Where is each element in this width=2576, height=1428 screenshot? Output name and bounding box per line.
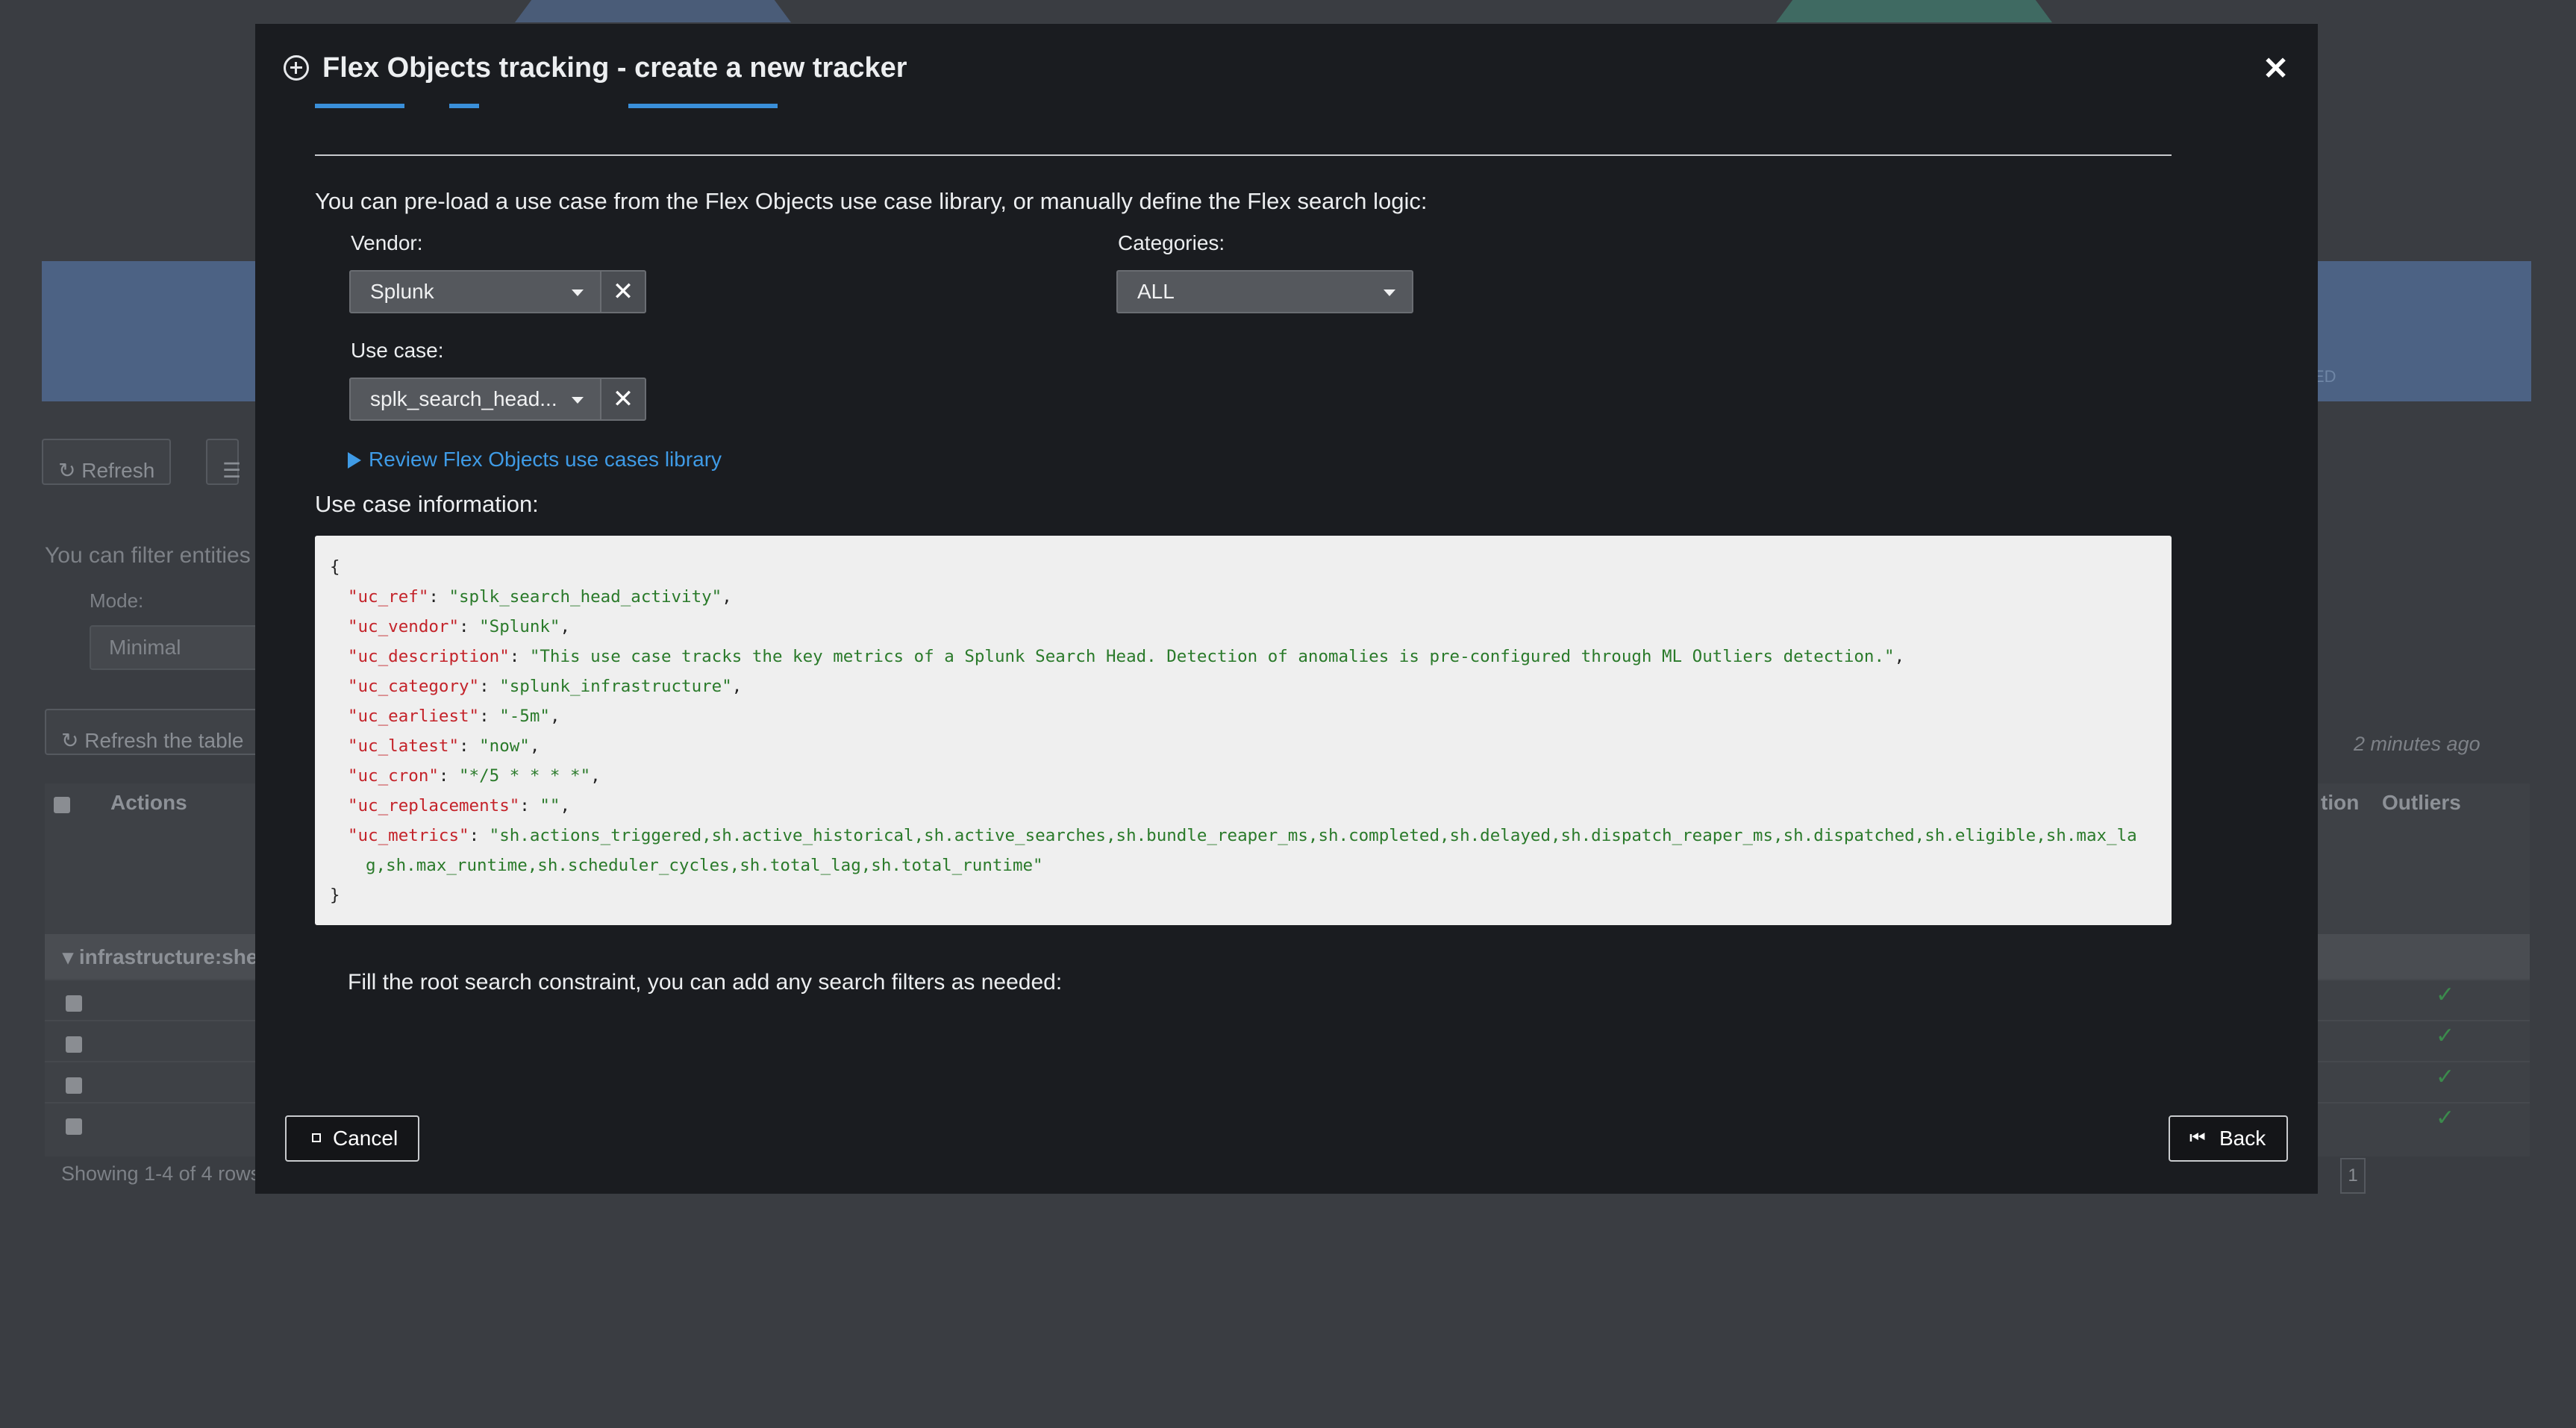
categories-label: Categories: [1118,231,1225,254]
rewind-icon: ⏮ [2189,1128,2206,1148]
caret-right-icon [348,452,361,469]
plus-circle-icon [284,55,309,81]
chevron-down-icon [1384,289,1395,296]
check-icon: ✓ [2436,1024,2455,1048]
refresh-button[interactable]: ↻ Refresh [42,439,172,485]
json-value: "now" [479,736,530,756]
square-icon [312,1133,321,1142]
close-icon: ✕ [612,385,634,413]
showing-rows: Showing 1-4 of 4 rows [61,1162,261,1185]
close-icon: ✕ [612,278,634,306]
chevron-down-icon [572,397,584,404]
review-library-label: Review Flex Objects use cases library [369,448,722,471]
json-key: "uc_latest" [348,736,460,756]
json-close-brace: } [330,886,340,905]
group-row-label: ▾ infrastructure:she [63,945,258,968]
json-line: "uc_ref": "splk_search_head_activity", [348,587,732,607]
json-open-brace: { [330,557,340,577]
settings-button[interactable]: ☰ [206,439,241,485]
row-checkbox[interactable] [66,1036,82,1053]
json-line: "uc_latest": "now", [348,736,540,756]
json-value: "-5m" [499,707,550,726]
json-key: "uc_earliest" [348,707,480,726]
json-line: "uc_metrics": "sh.actions_triggered,sh.a… [348,826,2137,875]
cancel-label: Cancel [333,1127,398,1150]
close-icon[interactable]: ✕ [2263,53,2289,84]
json-value: "This use case tracks the key metrics of… [529,647,1895,666]
use-case-clear-button[interactable]: ✕ [600,378,646,421]
intro-text: You can pre-load a use case from the Fle… [315,188,1428,214]
json-line: "uc_category": "splunk_infrastructure", [348,677,743,696]
select-all-checkbox[interactable] [54,797,70,813]
modal-title: Flex Objects tracking - create a new tra… [322,52,907,84]
row-checkbox[interactable] [66,1077,82,1094]
json-key: "uc_ref" [348,587,429,607]
back-button[interactable]: ⏮ Back [2169,1115,2288,1162]
categories-select[interactable]: ALL [1116,270,1413,313]
background-tab [1776,0,2052,22]
clipped-link-text [315,98,837,109]
json-line: "uc_earliest": "-5m", [348,707,560,726]
vendor-select[interactable]: Splunk [349,270,601,313]
background-tab [515,0,791,22]
vendor-label: Vendor: [351,231,423,254]
row-checkbox[interactable] [66,995,82,1012]
cancel-button[interactable]: Cancel [285,1115,419,1162]
json-value: "splunk_infrastructure" [499,677,732,696]
json-line: "uc_vendor": "Splunk", [348,617,571,636]
json-line: "uc_description": "This use case tracks … [348,647,1905,666]
mode-label: Mode: [90,589,144,612]
json-key: "uc_metrics" [348,826,469,845]
check-icon: ✓ [2436,983,2455,1007]
page-number[interactable]: 1 [2340,1158,2366,1194]
json-key: "uc_cron" [348,766,439,786]
mode-select[interactable]: Minimal [90,625,270,670]
json-value: "splk_search_head_activity" [448,587,722,607]
outliers-header: Outliers [2382,791,2461,814]
json-line: "uc_replacements": "", [348,796,571,815]
use-case-label: Use case: [351,339,444,362]
check-icon: ✓ [2436,1065,2455,1089]
use-case-json-box: {"uc_ref": "splk_search_head_activity", "… [315,536,2172,925]
vendor-clear-button[interactable]: ✕ [600,270,646,313]
use-case-info-label: Use case information: [315,491,539,517]
vendor-value: Splunk [370,280,434,303]
check-icon: ✓ [2436,1106,2455,1130]
json-key: "uc_replacements" [348,796,520,815]
use-case-select[interactable]: splk_search_head... [349,378,601,421]
json-value: "sh.actions_triggered,sh.active_historic… [366,826,2137,875]
categories-value: ALL [1137,280,1175,303]
review-library-link[interactable]: Review Flex Objects use cases library [348,448,722,472]
create-tracker-modal: Flex Objects tracking - create a new tra… [255,24,2318,1194]
json-value: "*/5 * * * *" [459,766,591,786]
json-key: "uc_description" [348,647,510,666]
back-label: Back [2219,1127,2266,1150]
json-line: "uc_cron": "*/5 * * * *", [348,766,601,786]
use-case-value: splk_search_head... [370,387,557,410]
partial-header: tion [2321,791,2360,814]
row-checkbox[interactable] [66,1118,82,1135]
root-search-text: Fill the root search constraint, you can… [348,970,1063,995]
json-value: "" [540,796,560,815]
chevron-down-icon [572,289,584,296]
actions-header: Actions [110,791,187,814]
filter-text: You can filter entities [45,543,251,568]
refresh-table-button[interactable]: ↻ Refresh the table [45,709,260,755]
updated-ago: 2 minutes ago [2354,733,2480,755]
json-key: "uc_vendor" [348,617,460,636]
divider [315,154,2172,156]
json-key: "uc_category" [348,677,480,696]
json-value: "Splunk" [479,617,560,636]
